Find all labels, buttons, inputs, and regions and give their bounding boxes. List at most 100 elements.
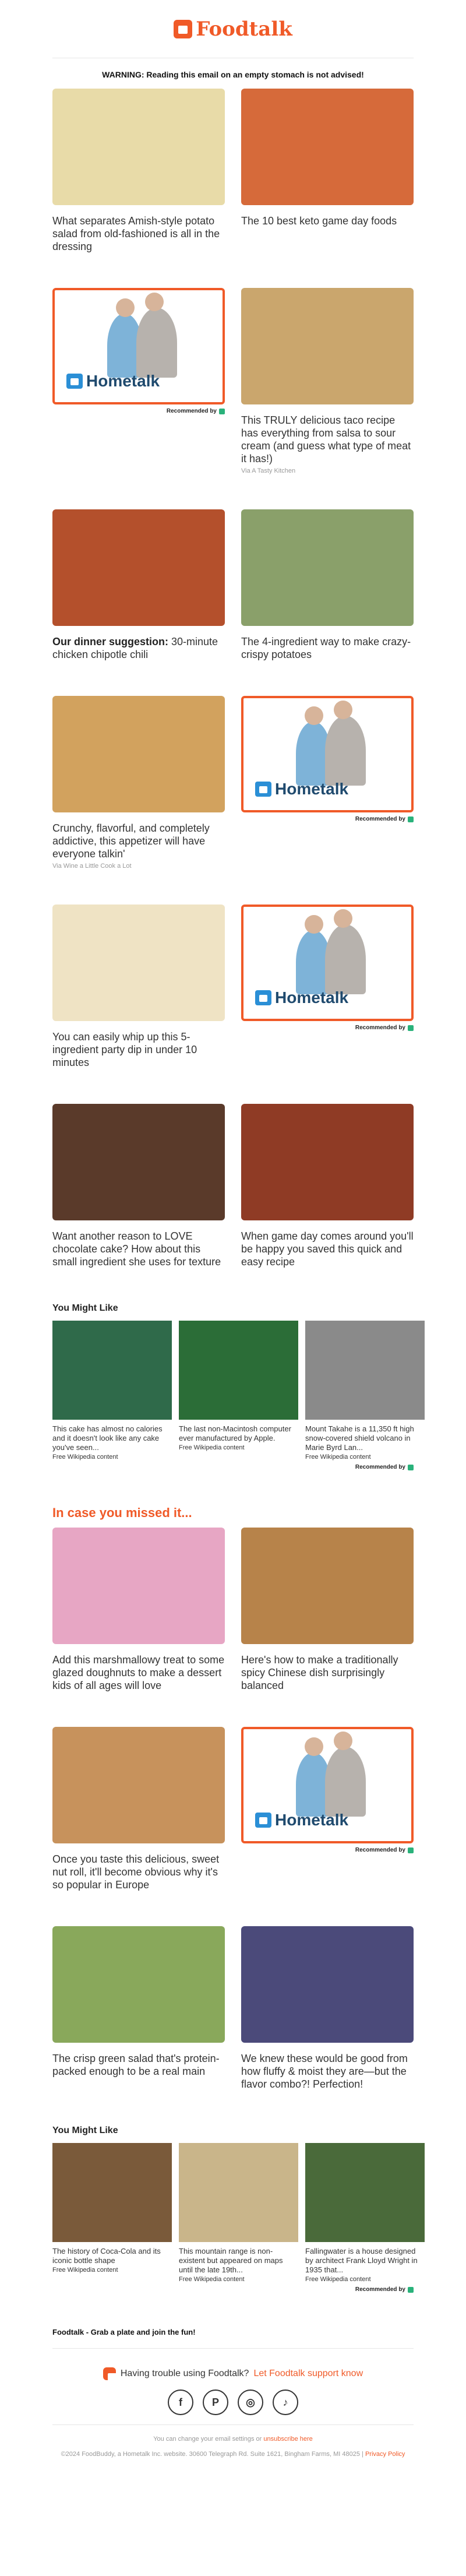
- unsubscribe-link[interactable]: unsubscribe here: [263, 2436, 312, 2443]
- recommended-caption[interactable]: Mount Takahe is a 11,350 ft high snow-co…: [305, 1424, 425, 1452]
- article-card[interactable]: The crisp green salad that's protein-pac…: [52, 1926, 225, 2091]
- recommended-by[interactable]: Recommended by: [52, 408, 225, 414]
- recommended-caption[interactable]: This mountain range is non-existent but …: [179, 2247, 298, 2275]
- tiktok-icon[interactable]: ♪: [273, 2390, 298, 2415]
- recommended-image[interactable]: [179, 1321, 298, 1420]
- hometalk-logo: Hometalk: [66, 372, 160, 390]
- article-image[interactable]: [52, 696, 225, 812]
- recommended-image[interactable]: [305, 2143, 425, 2242]
- recommended-by[interactable]: Recommended by: [52, 1464, 414, 1470]
- recommended-caption[interactable]: This cake has almost no calories and it …: [52, 1424, 172, 1452]
- article-card[interactable]: What separates Amish-style potato salad …: [52, 89, 225, 253]
- facebook-icon[interactable]: f: [168, 2390, 193, 2415]
- article-caption[interactable]: Once you taste this delicious, sweet nut…: [52, 1853, 225, 1891]
- pinterest-icon[interactable]: P: [203, 2390, 228, 2415]
- recommended-item[interactable]: This mountain range is non-existent but …: [179, 2143, 298, 2283]
- you-might-like-grid: The history of Coca-Cola and its iconic …: [52, 2143, 425, 2283]
- article-image[interactable]: [52, 1528, 225, 1644]
- recommended-image[interactable]: [52, 1321, 172, 1420]
- privacy-link[interactable]: Privacy Policy: [365, 2451, 405, 2458]
- content-row: Hometalk Recommended by This TRULY delicio…: [52, 288, 414, 474]
- hometalk-house-icon: [66, 374, 83, 389]
- article-caption[interactable]: The 4-ingredient way to make crazy-crisp…: [241, 635, 414, 661]
- article-image[interactable]: [52, 905, 225, 1021]
- ad-card[interactable]: Hometalk Recommended by: [52, 288, 225, 474]
- support-line: Having trouble using Foodtalk? Let Foodt…: [52, 2367, 414, 2381]
- article-card[interactable]: This TRULY delicious taco recipe has eve…: [241, 288, 414, 474]
- recommended-source: Free Wikipedia content: [179, 1444, 245, 1451]
- article-image[interactable]: [241, 509, 414, 626]
- article-image[interactable]: [52, 1727, 225, 1843]
- foodtalk-logo[interactable]: Foodtalk: [174, 17, 292, 41]
- ad-card[interactable]: Hometalk Recommended by: [241, 696, 414, 870]
- content-row: Want another reason to LOVE chocolate ca…: [52, 1104, 414, 1268]
- hometalk-logo: Hometalk: [255, 988, 348, 1007]
- article-card[interactable]: Crunchy, flavorful, and completely addic…: [52, 696, 225, 870]
- article-caption[interactable]: Want another reason to LOVE chocolate ca…: [52, 1230, 225, 1268]
- footer-tagline: Foodtalk - Grab a plate and join the fun…: [52, 2328, 196, 2336]
- recommended-caption[interactable]: Fallingwater is a house designed by arch…: [305, 2247, 425, 2275]
- recommended-image[interactable]: [179, 2143, 298, 2242]
- section-title: In case you missed it...: [52, 1505, 192, 1520]
- article-caption[interactable]: The crisp green salad that's protein-pac…: [52, 2052, 225, 2078]
- article-image[interactable]: [52, 1926, 225, 2043]
- article-caption[interactable]: What separates Amish-style potato salad …: [52, 214, 225, 253]
- article-image[interactable]: [52, 1104, 225, 1220]
- article-caption[interactable]: We knew these would be good from how flu…: [241, 2052, 414, 2091]
- article-card[interactable]: Our dinner suggestion: 30-minute chicken…: [52, 509, 225, 661]
- recommended-source: Free Wikipedia content: [305, 2276, 371, 2283]
- ad-card[interactable]: Hometalk Recommended by: [241, 905, 414, 1069]
- recommended-caption[interactable]: The history of Coca-Cola and its iconic …: [52, 2247, 172, 2265]
- article-image[interactable]: [52, 89, 225, 205]
- article-card[interactable]: We knew these would be good from how flu…: [241, 1926, 414, 2091]
- missed-rows: Add this marshmallowy treat to some glaz…: [52, 1528, 414, 2091]
- support-link[interactable]: Let Foodtalk support know: [253, 2369, 363, 2379]
- hometalk-ad-image[interactable]: Hometalk: [52, 288, 225, 404]
- recommended-source: Free Wikipedia content: [52, 2267, 118, 2274]
- article-caption[interactable]: The 10 best keto game day foods: [241, 214, 414, 227]
- hometalk-ad-image[interactable]: Hometalk: [241, 1727, 414, 1843]
- article-caption[interactable]: Here's how to make a traditionally spicy…: [241, 1653, 414, 1692]
- recommended-image[interactable]: [52, 2143, 172, 2242]
- recommended-item[interactable]: The last non-Macintosh computer ever man…: [179, 1321, 298, 1461]
- recommended-item[interactable]: This cake has almost no calories and it …: [52, 1321, 172, 1461]
- article-card[interactable]: Want another reason to LOVE chocolate ca…: [52, 1104, 225, 1268]
- article-image[interactable]: [241, 1528, 414, 1644]
- ad-card[interactable]: Hometalk Recommended by: [241, 1727, 414, 1891]
- instagram-icon[interactable]: ◎: [238, 2390, 263, 2415]
- article-card[interactable]: Here's how to make a traditionally spicy…: [241, 1528, 414, 1692]
- article-image[interactable]: [241, 1926, 414, 2043]
- recommended-caption[interactable]: The last non-Macintosh computer ever man…: [179, 1424, 298, 1443]
- article-caption[interactable]: Crunchy, flavorful, and completely addic…: [52, 822, 225, 860]
- email-wrapper: Foodtalk WARNING: Reading this email on …: [52, 0, 425, 2459]
- hometalk-ad-image[interactable]: Hometalk: [241, 905, 414, 1021]
- recommended-by[interactable]: Recommended by: [52, 2286, 414, 2293]
- article-image[interactable]: [241, 89, 414, 205]
- article-card[interactable]: Once you taste this delicious, sweet nut…: [52, 1727, 225, 1891]
- article-image[interactable]: [52, 509, 225, 626]
- hometalk-ad-image[interactable]: Hometalk: [241, 696, 414, 812]
- recommended-by[interactable]: Recommended by: [241, 1847, 414, 1853]
- article-caption[interactable]: You can easily whip up this 5-ingredient…: [52, 1030, 225, 1069]
- article-card[interactable]: You can easily whip up this 5-ingredient…: [52, 905, 225, 1069]
- article-card[interactable]: Add this marshmallowy treat to some glaz…: [52, 1528, 225, 1692]
- recommended-item[interactable]: The history of Coca-Cola and its iconic …: [52, 2143, 172, 2283]
- recommended-by[interactable]: Recommended by: [241, 1025, 414, 1031]
- article-card[interactable]: The 4-ingredient way to make crazy-crisp…: [241, 509, 414, 661]
- divider: [52, 2424, 414, 2425]
- recommended-image[interactable]: [305, 1321, 425, 1420]
- article-image[interactable]: [241, 288, 414, 404]
- article-image[interactable]: [241, 1104, 414, 1220]
- recommended-item[interactable]: Fallingwater is a house designed by arch…: [305, 2143, 425, 2283]
- article-card[interactable]: The 10 best keto game day foods: [241, 89, 414, 253]
- article-caption[interactable]: Our dinner suggestion: 30-minute chicken…: [52, 635, 225, 661]
- recommended-item[interactable]: Mount Takahe is a 11,350 ft high snow-co…: [305, 1321, 425, 1461]
- section-title: You Might Like: [52, 2125, 118, 2135]
- recommended-by[interactable]: Recommended by: [241, 816, 414, 822]
- hometalk-logo: Hometalk: [255, 1811, 348, 1829]
- article-caption[interactable]: Add this marshmallowy treat to some glaz…: [52, 1653, 225, 1692]
- article-caption[interactable]: When game day comes around you'll be hap…: [241, 1230, 414, 1268]
- article-card[interactable]: When game day comes around you'll be hap…: [241, 1104, 414, 1268]
- hometalk-house-icon: [255, 990, 271, 1005]
- article-caption[interactable]: This TRULY delicious taco recipe has eve…: [241, 414, 414, 465]
